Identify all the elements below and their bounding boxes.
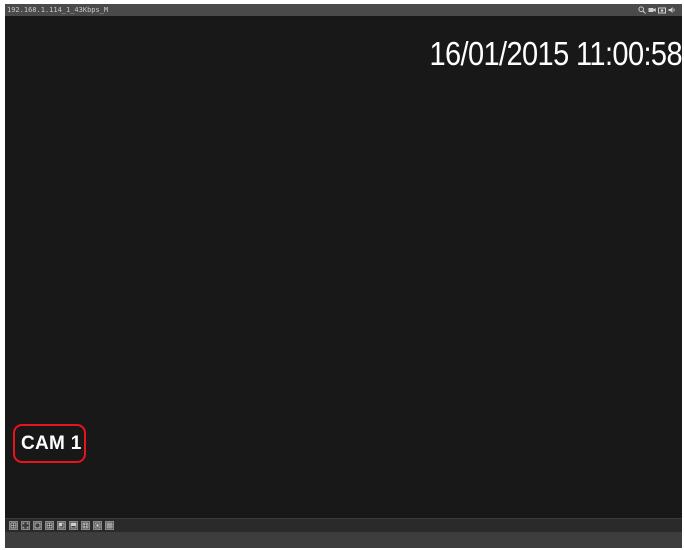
full-grid-icon[interactable]: [9, 521, 18, 530]
sixteen-view-icon[interactable]: [105, 521, 114, 530]
thirteen-view-icon[interactable]: [93, 521, 102, 530]
camera-name-highlight: CAM 1: [13, 424, 86, 463]
timestamp-overlay: 16/01/2015 11:00:58: [429, 36, 682, 73]
status-bar: [5, 532, 682, 548]
layout-toolbar: [5, 518, 682, 532]
snapshot-icon[interactable]: [658, 6, 666, 14]
viewer-title-bar: 192.168.1.114_1_43Kbps_M: [5, 4, 682, 18]
nine-view-icon[interactable]: [81, 521, 90, 530]
audio-icon[interactable]: [668, 6, 676, 14]
record-icon[interactable]: [648, 6, 656, 14]
video-feed[interactable]: 16/01/2015 11:00:58 CAM 1: [5, 16, 683, 518]
six-view-icon[interactable]: [57, 521, 66, 530]
camera-name: CAM 1: [21, 433, 82, 454]
title-tools: [638, 5, 676, 15]
fullscreen-icon[interactable]: [21, 521, 30, 530]
stream-info: 192.168.1.114_1_43Kbps_M: [7, 6, 109, 14]
eight-view-icon[interactable]: [69, 521, 78, 530]
single-view-icon[interactable]: [33, 521, 42, 530]
zoom-icon[interactable]: [638, 6, 646, 14]
quad-view-icon[interactable]: [45, 521, 54, 530]
camera-viewer: 192.168.1.114_1_43Kbps_M 16/01/2015 11:0…: [5, 4, 683, 548]
